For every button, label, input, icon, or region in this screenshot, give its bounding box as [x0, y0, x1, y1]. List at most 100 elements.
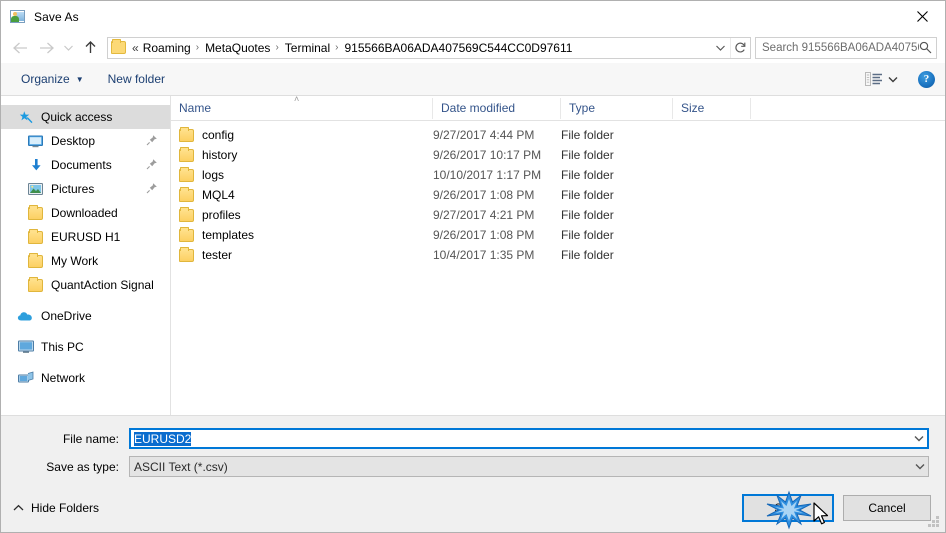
folder-icon [27, 276, 44, 293]
breadcrumb-separator-icon: › [275, 42, 279, 53]
navigation-bar: « Roaming › MetaQuotes › Terminal › 9155… [1, 32, 945, 63]
folder-icon [179, 166, 194, 182]
back-arrow-icon[interactable] [7, 35, 33, 61]
cancel-button[interactable]: Cancel [843, 495, 931, 521]
sidebar-item-documents[interactable]: Documents [1, 153, 170, 177]
forward-arrow-icon[interactable] [33, 35, 59, 61]
file-date: 9/26/2017 10:17 PM [433, 148, 542, 162]
recent-locations-chevron-down-icon[interactable] [59, 35, 77, 61]
save-button[interactable]: Save [742, 494, 834, 522]
table-row[interactable]: logs 10/10/2017 1:17 PM File folder [171, 165, 945, 185]
sort-ascending-caret-icon: ˄ [294, 93, 300, 104]
pin-icon[interactable] [146, 182, 158, 194]
sidebar-item-quick-access[interactable]: Quick access [1, 105, 170, 129]
sidebar-item-eurusd-h1[interactable]: EURUSD H1 [1, 225, 170, 249]
file-name: tester [202, 248, 233, 262]
folder-icon [179, 186, 194, 202]
close-icon[interactable] [899, 1, 945, 31]
refresh-icon[interactable] [730, 37, 750, 58]
new-folder-button[interactable]: New folder [102, 69, 171, 89]
resize-grip-icon[interactable] [928, 516, 941, 529]
folder-icon [27, 204, 44, 221]
pin-icon[interactable] [146, 134, 158, 146]
column-header-name[interactable]: Name ˄ [171, 94, 433, 119]
file-name-label: File name: [62, 431, 119, 446]
column-header-size[interactable]: Size [673, 97, 751, 119]
pictures-icon [27, 181, 44, 197]
breadcrumb: « Roaming › MetaQuotes › Terminal › 9155… [130, 41, 710, 55]
breadcrumb-item-roaming[interactable]: Roaming [140, 41, 194, 55]
file-name: history [202, 148, 238, 162]
sidebar-item-this-pc[interactable]: This PC [1, 335, 170, 359]
file-type: File folder [561, 228, 614, 242]
file-name-cell: history [171, 146, 433, 162]
folder-icon [179, 246, 194, 262]
sidebar-item-network[interactable]: Network [1, 366, 170, 390]
file-name-cell: MQL4 [171, 186, 433, 202]
help-icon[interactable]: ? [918, 70, 935, 88]
sidebar-item-label: OneDrive [41, 309, 92, 323]
file-date: 10/10/2017 1:17 PM [433, 168, 542, 182]
window-title: Save As [34, 9, 79, 24]
organize-button[interactable]: Organize ▼ [15, 69, 90, 89]
save-as-dialog: Save As « Roaming › MetaQuotes › Termina… [0, 0, 946, 533]
breadcrumb-separator-icon: › [335, 42, 339, 53]
save-button-label: Save [774, 501, 802, 515]
sidebar-item-quantaction-signal[interactable]: QuantAction Signal [1, 273, 170, 297]
sidebar-item-pictures[interactable]: Pictures [1, 177, 170, 201]
hide-folders-label: Hide Folders [31, 501, 100, 515]
sidebar-item-label: Downloaded [51, 206, 118, 220]
file-name-chevron-down-icon[interactable] [910, 435, 927, 442]
file-name-cell: config [171, 126, 433, 142]
file-name-input[interactable]: EURUSD2 [129, 428, 929, 449]
view-mode-button[interactable] [861, 69, 902, 89]
list-view-icon [865, 72, 882, 86]
sidebar-item-label: Network [41, 371, 86, 385]
sidebar-item-label: Documents [51, 158, 112, 172]
hide-folders-button[interactable]: Hide Folders [13, 501, 99, 515]
file-type: File folder [561, 168, 614, 182]
table-row[interactable]: tester 10/4/2017 1:35 PM File folder [171, 245, 945, 265]
save-as-type-select[interactable]: ASCII Text (*.csv) [129, 456, 929, 477]
folder-icon [179, 206, 194, 222]
breadcrumb-item-metaquotes[interactable]: MetaQuotes [202, 41, 273, 55]
documents-download-icon [27, 157, 44, 173]
file-date: 9/27/2017 4:21 PM [433, 208, 535, 222]
column-header-date-modified[interactable]: Date modified [433, 97, 561, 119]
column-header-type[interactable]: Type [561, 97, 673, 119]
sidebar-item-label: Desktop [51, 134, 96, 148]
search-icon [919, 41, 932, 54]
sidebar-item-my-work[interactable]: My Work [1, 249, 170, 273]
table-row[interactable]: config 9/27/2017 4:44 PM File folder [171, 125, 945, 145]
pin-icon[interactable] [146, 158, 158, 170]
dialog-footer: Hide Folders Save Cancel [1, 484, 945, 532]
table-row[interactable]: MQL4 9/26/2017 1:08 PM File folder [171, 185, 945, 205]
sidebar-item-downloaded[interactable]: Downloaded [1, 201, 170, 225]
file-name-cell: logs [171, 166, 433, 182]
title-bar: Save As [1, 1, 945, 32]
table-row[interactable]: history 9/26/2017 10:17 PM File folder [171, 145, 945, 165]
breadcrumb-item-terminal-id[interactable]: 915566BA06ADA407569C544CC0D97611 [341, 41, 575, 55]
table-row[interactable]: templates 9/26/2017 1:08 PM File folder [171, 225, 945, 245]
star-pin-icon [17, 109, 34, 125]
file-date: 9/26/2017 1:08 PM [433, 228, 535, 242]
column-label: Name [179, 101, 212, 115]
up-arrow-icon[interactable] [77, 35, 103, 61]
sidebar-item-onedrive[interactable]: OneDrive [1, 304, 170, 328]
address-bar[interactable]: « Roaming › MetaQuotes › Terminal › 9155… [107, 36, 751, 59]
navigation-pane: Quick access Desktop Documents Pictures … [1, 96, 171, 415]
view-chevron-down-icon [888, 76, 898, 82]
sidebar-item-desktop[interactable]: Desktop [1, 129, 170, 153]
breadcrumb-prefix: « [132, 40, 139, 55]
onedrive-cloud-icon [17, 308, 34, 324]
address-chevron-down-icon[interactable] [710, 44, 730, 52]
breadcrumb-item-terminal[interactable]: Terminal [282, 41, 333, 55]
file-name: config [202, 128, 235, 142]
file-type: File folder [561, 148, 614, 162]
file-name-value: EURUSD2 [134, 431, 910, 446]
organize-label: Organize [21, 72, 70, 86]
table-row[interactable]: profiles 9/27/2017 4:21 PM File folder [171, 205, 945, 225]
save-as-app-icon [10, 9, 26, 25]
search-input[interactable]: Search 915566BA06ADA40756... [755, 36, 937, 59]
save-as-type-chevron-down-icon[interactable] [911, 463, 928, 470]
